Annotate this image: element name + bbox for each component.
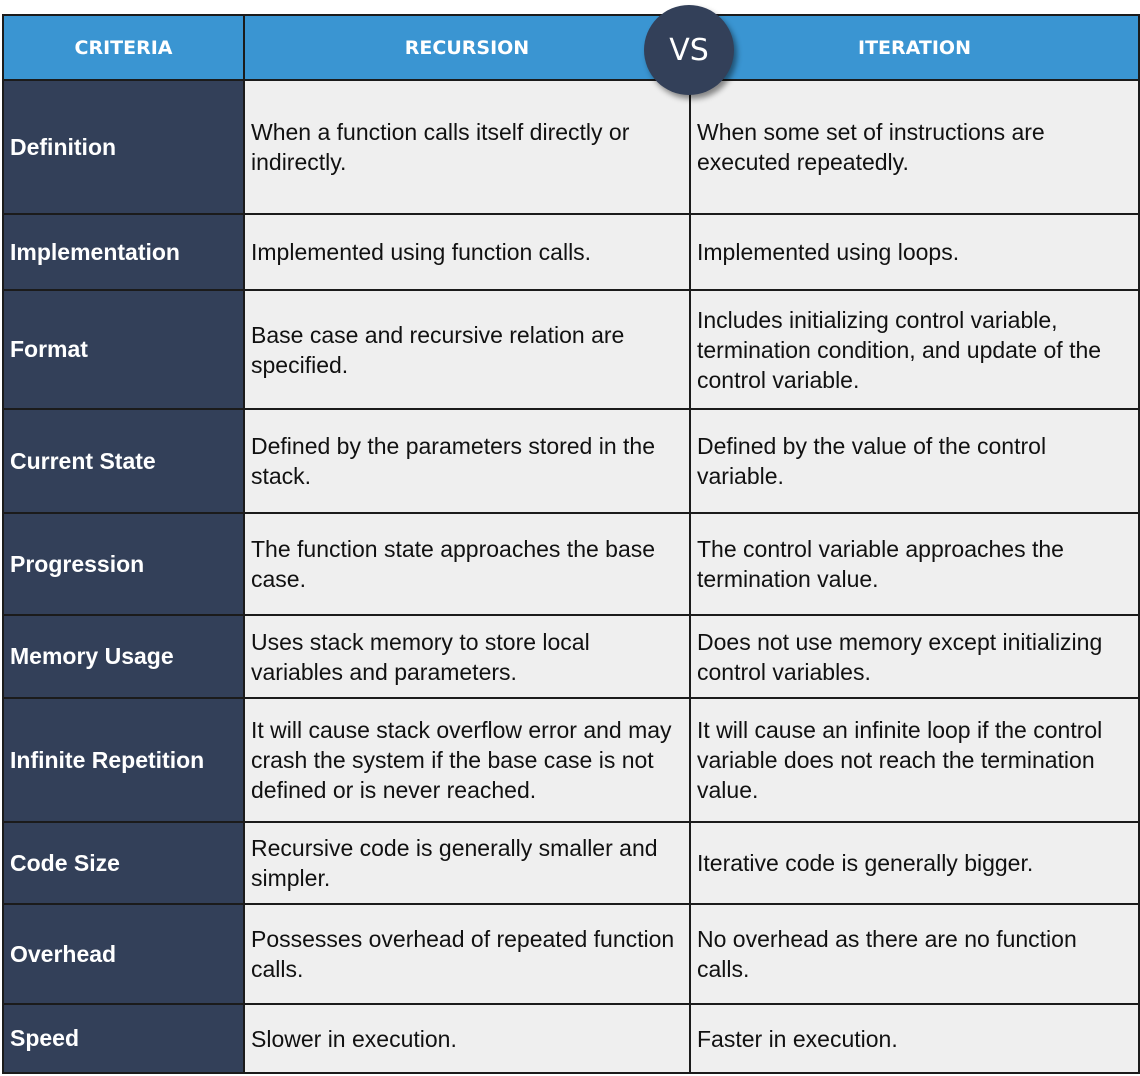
vs-badge: VS <box>644 5 734 95</box>
table-row: Code Size Recursive code is generally sma… <box>2 821 1140 905</box>
header-criteria: CRITERIA <box>2 14 245 81</box>
iteration-cell: Does not use memory except initializing … <box>689 614 1140 699</box>
iteration-cell: Includes initializing control variable, … <box>689 289 1140 410</box>
iteration-cell: Iterative code is generally bigger. <box>689 821 1140 905</box>
recursion-cell: Possesses overhead of repeated function … <box>243 903 691 1005</box>
comparison-table: CRITERIA RECURSION ITERATION Definition W… <box>2 14 1140 1074</box>
table-row: Definition When a function calls itself d… <box>2 79 1140 215</box>
recursion-cell: Implemented using function calls. <box>243 213 691 291</box>
criteria-cell: Code Size <box>2 821 245 905</box>
iteration-cell: The control variable approaches the term… <box>689 512 1140 616</box>
table-row: Memory Usage Uses stack memory to store l… <box>2 614 1140 699</box>
header-recursion: RECURSION <box>243 14 691 81</box>
iteration-cell: Defined by the value of the control vari… <box>689 408 1140 514</box>
table-row: Format Base case and recursive relation a… <box>2 289 1140 410</box>
recursion-cell: Uses stack memory to store local variabl… <box>243 614 691 699</box>
iteration-cell: When some set of instructions are execut… <box>689 79 1140 215</box>
criteria-cell: Implementation <box>2 213 245 291</box>
header-row: CRITERIA RECURSION ITERATION <box>2 14 1140 81</box>
iteration-cell: Implemented using loops. <box>689 213 1140 291</box>
iteration-cell: No overhead as there are no function cal… <box>689 903 1140 1005</box>
recursion-cell: Base case and recursive relation are spe… <box>243 289 691 410</box>
criteria-cell: Progression <box>2 512 245 616</box>
criteria-cell: Infinite Repetition <box>2 697 245 823</box>
recursion-cell: Defined by the parameters stored in the … <box>243 408 691 514</box>
table-row: Progression The function state approaches… <box>2 512 1140 616</box>
table-row: Overhead Possesses overhead of repeated f… <box>2 903 1140 1005</box>
iteration-cell: It will cause an infinite loop if the co… <box>689 697 1140 823</box>
table-row: Infinite Repetition It will cause stack o… <box>2 697 1140 823</box>
table-row: Current State Defined by the parameters s… <box>2 408 1140 514</box>
iteration-cell: Faster in execution. <box>689 1003 1140 1074</box>
table-row: Implementation Implemented using function… <box>2 213 1140 291</box>
criteria-cell: Speed <box>2 1003 245 1074</box>
criteria-cell: Overhead <box>2 903 245 1005</box>
criteria-cell: Format <box>2 289 245 410</box>
table-row: Speed Slower in execution. Faster in execu… <box>2 1003 1140 1074</box>
recursion-cell: It will cause stack overflow error and m… <box>243 697 691 823</box>
recursion-cell: The function state approaches the base c… <box>243 512 691 616</box>
criteria-cell: Current State <box>2 408 245 514</box>
criteria-cell: Memory Usage <box>2 614 245 699</box>
recursion-cell: Slower in execution. <box>243 1003 691 1074</box>
recursion-cell: When a function calls itself directly or… <box>243 79 691 215</box>
header-iteration: ITERATION <box>689 14 1140 81</box>
criteria-cell: Definition <box>2 79 245 215</box>
recursion-cell: Recursive code is generally smaller and … <box>243 821 691 905</box>
